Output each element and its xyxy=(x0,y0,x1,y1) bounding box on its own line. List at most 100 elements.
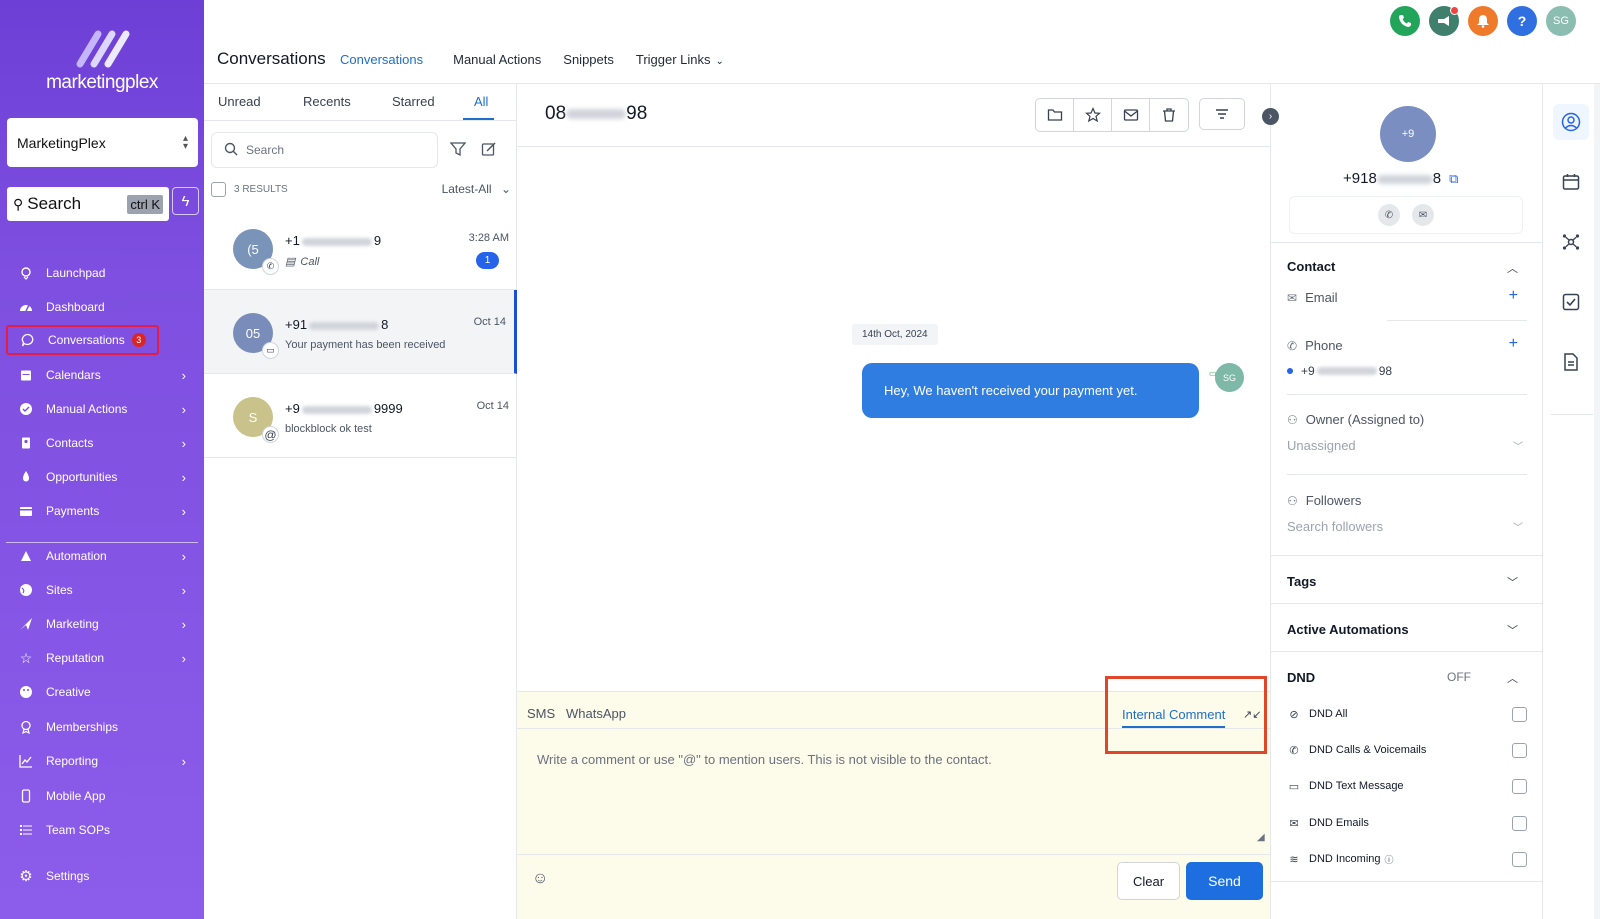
sidebar-item-manual-actions[interactable]: Manual Actions › xyxy=(6,394,198,424)
sidebar-item-opportunities[interactable]: Opportunities › xyxy=(6,462,198,492)
dnd-emails-checkbox[interactable] xyxy=(1512,815,1527,831)
compose-icon[interactable] xyxy=(481,141,497,160)
tab-snippets[interactable]: Snippets xyxy=(563,52,614,86)
sort-dropdown[interactable]: Latest-All ⌄ xyxy=(442,182,511,196)
sidebar-item-reporting[interactable]: Reporting › xyxy=(6,746,198,776)
megaphone-icon[interactable] xyxy=(1429,6,1459,36)
sidebar-search[interactable]: ⚲ Search ctrl K xyxy=(7,187,169,221)
sidebar-item-creative[interactable]: Creative xyxy=(6,677,198,707)
dnd-text-label: DND Text Message xyxy=(1309,780,1404,792)
bell-icon[interactable] xyxy=(1468,6,1498,36)
outgoing-message: Hey, We haven't received your payment ye… xyxy=(862,363,1199,418)
sidebar-item-reputation[interactable]: ☆ Reputation › xyxy=(6,643,198,673)
composer-tab-whatsapp[interactable]: WhatsApp xyxy=(566,706,626,721)
filter-lines-icon[interactable] xyxy=(1199,98,1245,130)
unread-badge: 3 xyxy=(131,333,146,347)
chevron-down-icon: ⌄ xyxy=(500,182,511,196)
tasks-icon[interactable] xyxy=(1553,284,1589,320)
section-divider xyxy=(1271,555,1543,556)
send-icon xyxy=(18,616,34,632)
notes-icon[interactable] xyxy=(1553,344,1589,380)
sidebar-item-payments[interactable]: Payments › xyxy=(6,496,198,526)
followers-search[interactable]: Search followers ﹀ xyxy=(1287,519,1527,534)
chevron-down-icon[interactable]: ﹀ xyxy=(1507,574,1518,590)
dnd-calls-label: DND Calls & Voicemails xyxy=(1309,744,1427,756)
dnd-section-title[interactable]: DND xyxy=(1287,670,1315,685)
chevron-down-icon[interactable]: ﹀ xyxy=(1507,622,1518,638)
add-email-icon[interactable]: + xyxy=(1509,287,1518,305)
trash-icon[interactable] xyxy=(1150,99,1188,131)
emoji-icon[interactable]: ☺ xyxy=(532,870,548,888)
resize-grip-icon[interactable]: ◢ xyxy=(1257,832,1265,843)
calendar-icon[interactable] xyxy=(1553,164,1589,200)
comment-textarea[interactable]: Write a comment or use "@" to mention us… xyxy=(537,752,1249,844)
chevron-down-icon: ⌄ xyxy=(715,56,724,67)
sidebar-item-mobile-app[interactable]: Mobile App xyxy=(6,781,198,811)
select-all-checkbox[interactable] xyxy=(211,181,226,197)
conversation-item[interactable]: S @ +9 9999 blockblock ok test Oct 14 xyxy=(204,374,517,458)
scrollbar[interactable] xyxy=(1594,84,1600,919)
clear-button[interactable]: Clear xyxy=(1117,862,1180,900)
user-avatar[interactable]: SG xyxy=(1546,6,1576,36)
tab-conversations[interactable]: Conversations xyxy=(332,52,432,86)
tab-recents[interactable]: Recents xyxy=(303,94,351,109)
sidebar-item-settings[interactable]: ⚙ Settings xyxy=(6,861,198,891)
dnd-all-checkbox[interactable] xyxy=(1512,706,1527,722)
phone-value[interactable]: +9 98 xyxy=(1287,364,1392,378)
mail-icon[interactable] xyxy=(1112,99,1150,131)
sidebar-item-calendars[interactable]: Calendars › xyxy=(6,360,198,390)
active-automations-section-title[interactable]: Active Automations xyxy=(1287,622,1409,637)
phone-icon: ✆ xyxy=(1287,338,1298,353)
help-icon[interactable]: ? xyxy=(1507,6,1537,36)
conversation-item[interactable]: (5 ✆ +1 9 ▤ Call 3:28 AM 1 xyxy=(204,206,517,290)
sidebar-item-memberships[interactable]: Memberships xyxy=(6,712,198,742)
chevron-up-icon[interactable]: ︿ xyxy=(1507,670,1518,686)
conversation-time: Oct 14 xyxy=(476,400,509,412)
quick-action-button[interactable]: ϟ xyxy=(172,187,199,215)
tab-unread[interactable]: Unread xyxy=(218,94,261,109)
filter-icon[interactable] xyxy=(449,141,467,160)
sidebar-item-team-sops[interactable]: Team SOPs xyxy=(6,815,198,845)
tab-starred[interactable]: Starred xyxy=(392,94,435,109)
send-button[interactable]: Send xyxy=(1186,862,1263,900)
info-icon[interactable]: ⓘ xyxy=(1385,853,1394,866)
chevron-up-icon[interactable]: ︿ xyxy=(1507,260,1518,276)
tags-section-title[interactable]: Tags xyxy=(1287,574,1316,589)
contact-profile-icon[interactable] xyxy=(1553,104,1589,140)
collapse-arrows-icon[interactable]: ↗↙ xyxy=(1243,708,1261,721)
contact-section-title[interactable]: Contact xyxy=(1287,259,1335,274)
sidebar-item-launchpad[interactable]: Launchpad xyxy=(6,258,198,288)
account-switcher[interactable]: MarketingPlex ▴ ▾ xyxy=(7,118,198,167)
avatar-initials: 05 xyxy=(245,325,261,341)
owner-select[interactable]: Unassigned ﹀ xyxy=(1287,438,1527,453)
chat-contact-phone: 08 98 xyxy=(545,103,647,125)
composer-tab-sms[interactable]: SMS xyxy=(527,706,555,721)
dnd-incoming-checkbox[interactable] xyxy=(1512,851,1527,867)
external-link-icon[interactable]: ⧉ xyxy=(1449,171,1458,186)
add-phone-icon[interactable]: + xyxy=(1509,335,1518,353)
star-icon[interactable] xyxy=(1074,99,1112,131)
tab-manual-actions[interactable]: Manual Actions xyxy=(453,52,541,86)
tab-all[interactable]: All xyxy=(463,94,495,120)
chat-header: 08 98 xyxy=(517,84,1270,147)
dnd-text-checkbox[interactable] xyxy=(1512,778,1527,794)
sidebar-item-contacts[interactable]: Contacts › xyxy=(6,428,198,458)
phone-icon[interactable] xyxy=(1390,6,1420,36)
phone-icon[interactable]: ✆ xyxy=(1378,204,1400,226)
composer-tab-internal-comment[interactable]: Internal Comment xyxy=(1122,707,1226,728)
brand-logo[interactable]: marketingplex xyxy=(0,26,204,94)
mail-icon[interactable]: ✉ xyxy=(1412,204,1434,226)
sidebar-item-conversations[interactable]: Conversations 3 xyxy=(6,325,159,355)
conversation-search-input[interactable]: Search xyxy=(211,132,438,168)
sidebar-item-dashboard[interactable]: Dashboard xyxy=(6,292,198,322)
dnd-calls-checkbox[interactable] xyxy=(1512,742,1527,758)
sidebar-item-sites[interactable]: Sites › xyxy=(6,575,198,605)
folder-icon[interactable] xyxy=(1036,99,1074,131)
tab-trigger-links[interactable]: Trigger Links ⌄ xyxy=(636,52,724,86)
chevron-right-icon: › xyxy=(181,470,186,485)
sidebar-item-marketing[interactable]: Marketing › xyxy=(6,609,198,639)
opportunities-icon[interactable] xyxy=(1553,224,1589,260)
conversation-item[interactable]: 05 ▭ +91 8 Your payment has been received… xyxy=(204,290,517,374)
sidebar-item-automation[interactable]: Automation › xyxy=(6,541,198,571)
chevron-right-icon[interactable]: › xyxy=(1262,108,1279,125)
